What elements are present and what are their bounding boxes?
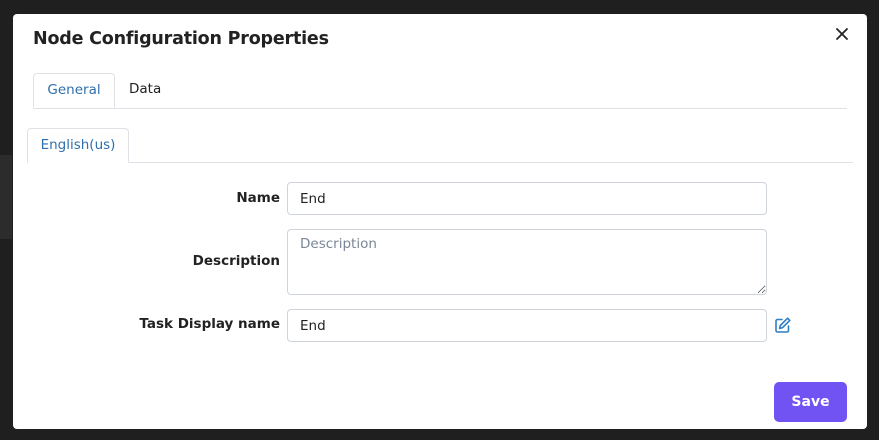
edit-icon[interactable]: [774, 316, 792, 334]
main-tabs: General Data: [33, 73, 847, 109]
node-configuration-modal: Node Configuration Properties General Da…: [13, 14, 867, 429]
task-display-name-input[interactable]: [287, 309, 767, 342]
tab-general[interactable]: General: [33, 73, 115, 108]
task-display-name-label: Task Display name: [139, 316, 280, 332]
modal-title: Node Configuration Properties: [33, 29, 329, 49]
close-icon[interactable]: [834, 26, 850, 42]
tab-data[interactable]: Data: [129, 73, 161, 107]
name-input[interactable]: [287, 182, 767, 215]
name-label: Name: [236, 190, 280, 206]
description-label: Description: [192, 253, 280, 269]
description-textarea[interactable]: [287, 229, 767, 295]
background-strip: [0, 155, 12, 239]
save-button[interactable]: Save: [774, 382, 847, 422]
tab-english-us[interactable]: English(us): [27, 128, 129, 163]
language-tabs: English(us): [27, 128, 853, 163]
